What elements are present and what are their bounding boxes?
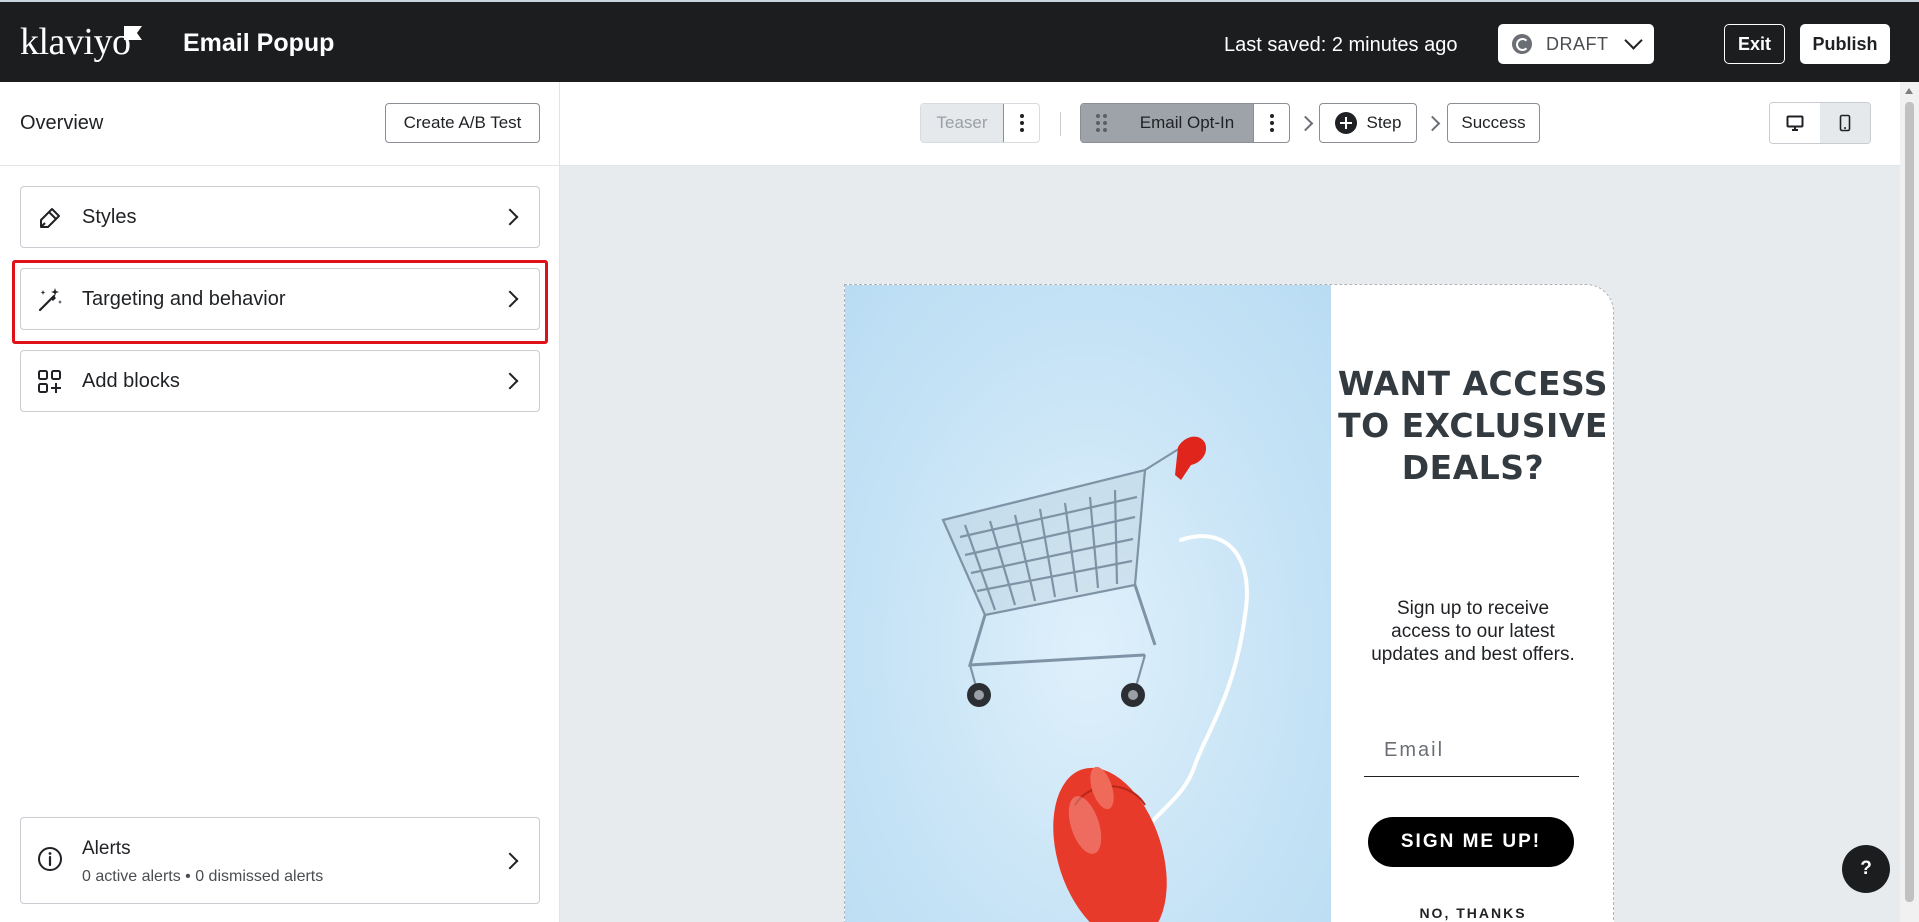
arrow-right-icon [1424, 115, 1441, 132]
desktop-icon [1786, 115, 1804, 131]
mobile-preview-button[interactable] [1820, 103, 1870, 143]
paintbrush-icon [40, 208, 60, 228]
desktop-preview-button[interactable] [1770, 103, 1820, 143]
no-thanks-link[interactable]: NO, THANKS [1331, 905, 1613, 921]
editor-canvas: WANT ACCESS TO EXCLUSIVE DEALS? Sign up … [560, 166, 1900, 922]
popup-preview[interactable]: WANT ACCESS TO EXCLUSIVE DEALS? Sign up … [844, 284, 1614, 922]
popup-content: WANT ACCESS TO EXCLUSIVE DEALS? Sign up … [1331, 285, 1613, 922]
info-icon [38, 847, 62, 871]
sidebar-item-label: Add blocks [82, 370, 180, 392]
plus-circle-icon [1334, 112, 1357, 134]
kebab-menu-icon[interactable] [1253, 104, 1289, 142]
device-preview-toggle [1769, 102, 1871, 144]
sign-up-button[interactable]: SIGN ME UP! [1368, 817, 1574, 867]
add-step-label: Step [1366, 113, 1402, 132]
sidebar-header: Overview Create A/B Test [0, 82, 559, 166]
chevron-right-icon [501, 372, 519, 390]
add-step-button[interactable]: Step [1319, 103, 1417, 143]
sidebar-item-styles[interactable]: Styles [20, 186, 540, 248]
kebab-menu-icon[interactable] [1003, 104, 1039, 142]
alerts-title: Alerts [82, 838, 131, 859]
logo-flag-icon [124, 26, 142, 40]
chevron-right-icon [501, 208, 519, 226]
step-navigation-bar: Teaser Email Opt-In Step Success [560, 82, 1900, 166]
status-select-value: DRAFT [1546, 33, 1609, 54]
top-bar: klaviyo Email Popup Last saved: 2 minute… [0, 0, 1919, 82]
shopping-cart-mouse-illustration [941, 436, 1249, 922]
step-optin-label[interactable]: Email Opt-In [1121, 104, 1253, 142]
popup-subtext[interactable]: Sign up to receive access to our latest … [1371, 597, 1575, 666]
alerts-panel[interactable]: Alerts 0 active alerts • 0 dismissed ale… [20, 817, 540, 904]
sidebar-title: Overview [20, 112, 104, 134]
email-input[interactable] [1364, 725, 1579, 777]
scrollbar-thumb[interactable] [1905, 102, 1914, 902]
help-button[interactable]: ? [1842, 845, 1890, 893]
step-teaser-label[interactable]: Teaser [921, 104, 1003, 142]
divider [1060, 112, 1061, 136]
alerts-summary: 0 active alerts • 0 dismissed alerts [82, 868, 324, 885]
page-title: Email Popup [183, 29, 335, 57]
drag-handle-icon[interactable] [1081, 104, 1121, 142]
scroll-up-arrow-icon[interactable] [1905, 88, 1913, 94]
chevron-right-icon [501, 852, 519, 870]
status-select[interactable]: DRAFT [1498, 24, 1654, 64]
targeting-highlight-box [12, 260, 548, 344]
step-teaser[interactable]: Teaser [920, 103, 1040, 143]
popup-headline[interactable]: WANT ACCESS TO EXCLUSIVE DEALS? [1331, 363, 1613, 489]
publish-button[interactable]: Publish [1800, 24, 1890, 64]
mobile-icon [1839, 114, 1851, 132]
step-success[interactable]: Success [1447, 103, 1540, 143]
vertical-scrollbar[interactable] [1900, 82, 1919, 922]
last-saved-status: Last saved: 2 minutes ago [1224, 34, 1458, 56]
create-ab-test-button[interactable]: Create A/B Test [385, 103, 540, 143]
exit-button[interactable]: Exit [1724, 24, 1785, 64]
sidebar-item-label: Styles [82, 206, 137, 228]
chevron-down-icon [1624, 31, 1643, 50]
popup-image[interactable] [845, 285, 1331, 922]
add-blocks-icon [38, 370, 61, 393]
step-email-optin[interactable]: Email Opt-In [1080, 103, 1290, 143]
sidebar-item-add-blocks[interactable]: Add blocks [20, 350, 540, 412]
left-sidebar: Overview Create A/B Test Styles Targetin… [0, 82, 560, 922]
arrow-right-icon [1297, 115, 1314, 132]
step-success-label: Success [1461, 113, 1526, 132]
klaviyo-logo[interactable]: klaviyo [20, 20, 131, 64]
draft-status-icon [1512, 34, 1532, 54]
